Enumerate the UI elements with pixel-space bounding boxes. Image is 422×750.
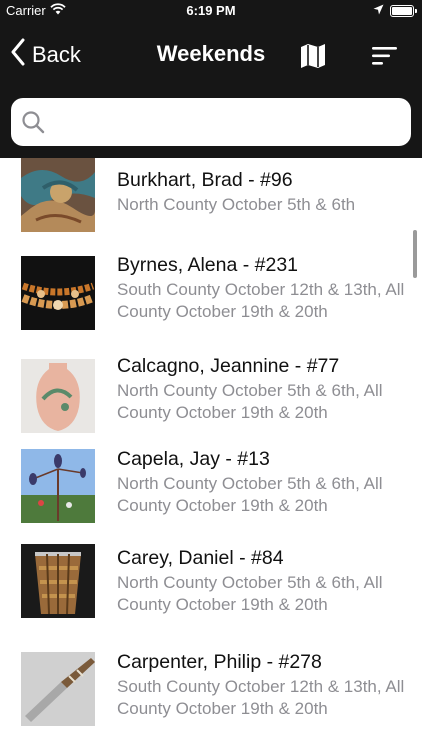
carved-knife-thumbnail xyxy=(21,652,95,726)
list-item-text: Carey, Daniel - #84 North County October… xyxy=(117,545,407,616)
wood-basket-thumbnail xyxy=(21,544,95,618)
artist-name: Byrnes, Alena - #231 xyxy=(117,254,299,276)
list-item[interactable]: Carpenter, Philip - #278 South County Oc… xyxy=(0,640,422,750)
beaded-necklace-thumbnail xyxy=(21,256,95,330)
artist-weekends: South County October 12th & 13th, All Co… xyxy=(117,677,405,718)
artist-weekends: North County October 5th & 6th, All Coun… xyxy=(117,381,383,422)
search-icon xyxy=(21,110,45,134)
list-item-text: Capela, Jay - #13 North County October 5… xyxy=(117,446,407,517)
artist-name: Calcagno, Jeannine - #77 xyxy=(117,355,340,377)
artist-list: Burkhart, Brad - #96 North County Octobe… xyxy=(0,158,422,750)
list-item-text: Carpenter, Philip - #278 South County Oc… xyxy=(117,649,407,720)
list-item[interactable]: Capela, Jay - #13 North County October 5… xyxy=(0,442,422,542)
navigation-bar: Back Weekends xyxy=(0,22,422,88)
chevron-left-icon xyxy=(10,38,26,71)
scroll-indicator[interactable] xyxy=(413,230,417,278)
map-button[interactable] xyxy=(300,43,326,74)
list-item[interactable]: Byrnes, Alena - #231 South County Octobe… xyxy=(0,243,422,348)
artist-name: Carpenter, Philip - #278 xyxy=(117,651,322,673)
artist-weekends: South County October 12th & 13th, All Co… xyxy=(117,280,405,321)
painted-vase-thumbnail xyxy=(21,359,95,433)
artist-name: Carey, Daniel - #84 xyxy=(117,547,284,569)
back-button[interactable]: Back xyxy=(10,38,81,71)
back-label: Back xyxy=(32,41,81,67)
artist-name: Capela, Jay - #13 xyxy=(117,448,270,470)
sort-lines-icon xyxy=(372,47,397,65)
status-right xyxy=(373,3,417,18)
location-arrow-icon xyxy=(373,3,384,18)
search-field[interactable] xyxy=(11,98,411,146)
artist-name: Burkhart, Brad - #96 xyxy=(117,169,293,191)
list-item[interactable]: Calcagno, Jeannine - #77 North County Oc… xyxy=(0,348,422,442)
search-input[interactable] xyxy=(53,102,393,142)
status-bar: Carrier 6:19 PM xyxy=(0,0,422,22)
battery-icon xyxy=(390,4,417,17)
kinetic-sculpture-thumbnail xyxy=(21,449,95,523)
artist-weekends: North County October 5th & 6th, All Coun… xyxy=(117,474,383,515)
list-item-text: Burkhart, Brad - #96 North County Octobe… xyxy=(117,167,407,216)
list-item[interactable]: Carey, Daniel - #84 North County October… xyxy=(0,542,422,640)
map-icon xyxy=(301,44,325,68)
list-item-text: Byrnes, Alena - #231 South County Octobe… xyxy=(117,252,407,323)
list-item[interactable]: Burkhart, Brad - #96 North County Octobe… xyxy=(0,158,422,243)
sort-button[interactable] xyxy=(372,46,398,71)
artist-weekends: North County October 5th & 6th xyxy=(117,195,356,214)
relief-sculpture-thumbnail xyxy=(21,158,95,232)
search-bar xyxy=(0,88,422,158)
artist-weekends: North County October 5th & 6th, All Coun… xyxy=(117,573,383,614)
list-item-text: Calcagno, Jeannine - #77 North County Oc… xyxy=(117,353,407,424)
status-time: 6:19 PM xyxy=(186,3,236,18)
